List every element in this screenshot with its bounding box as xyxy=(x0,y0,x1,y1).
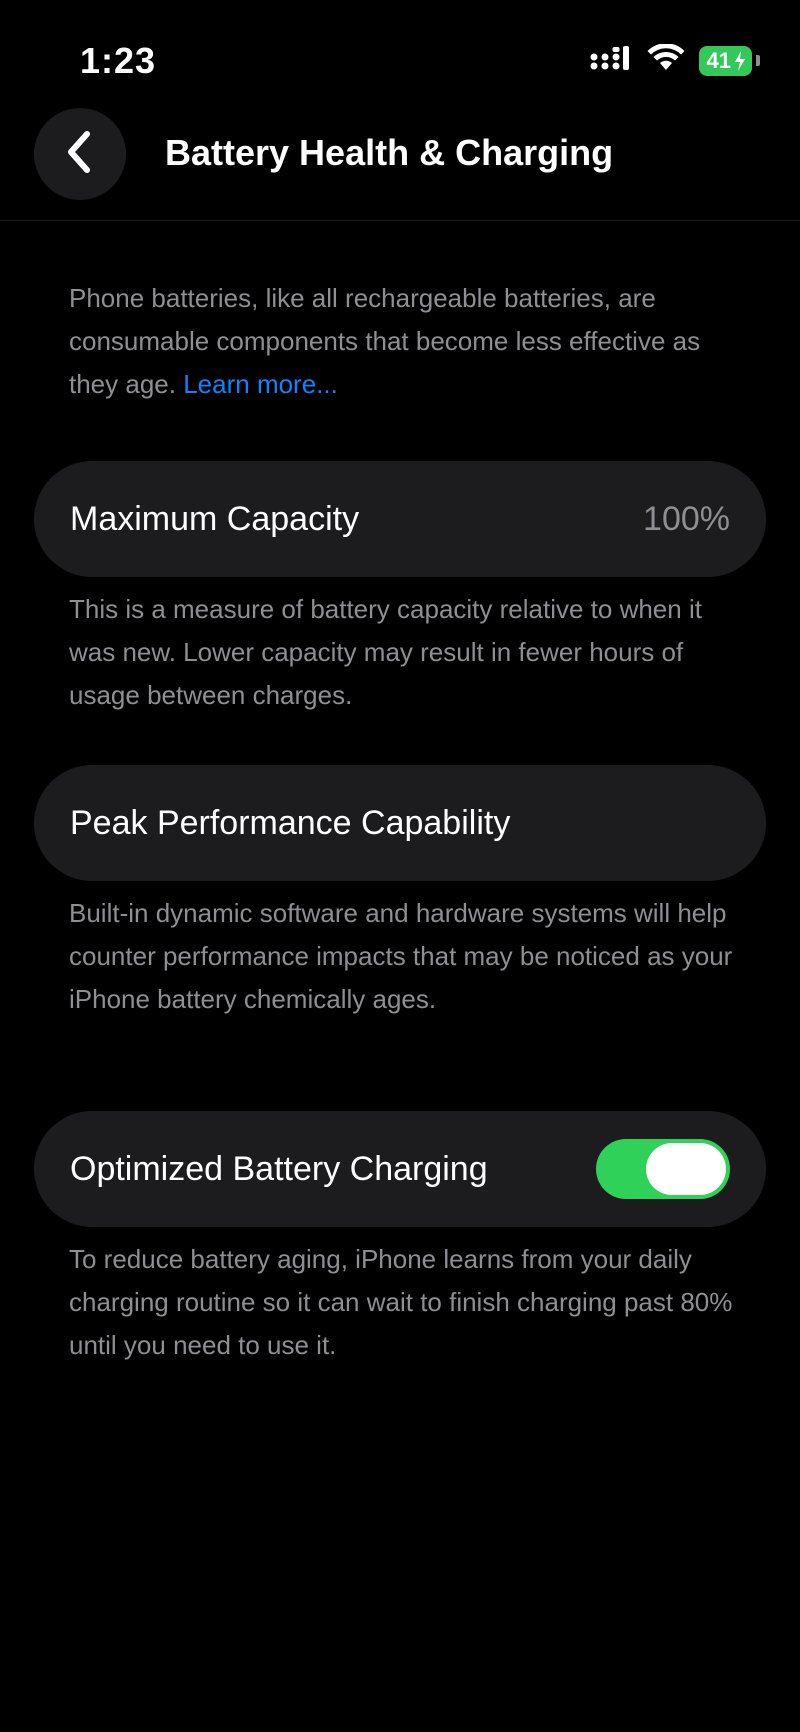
optimized-charging-footnote: To reduce battery aging, iPhone learns f… xyxy=(69,1244,733,1360)
battery-level: 41 xyxy=(706,47,731,73)
maximum-capacity-footnote: This is a measure of battery capacity re… xyxy=(69,594,702,710)
chevron-left-icon xyxy=(65,130,95,179)
back-button[interactable] xyxy=(34,108,126,200)
page-title: Battery Health & Charging xyxy=(165,132,614,173)
status-icons: 41 xyxy=(589,43,760,77)
wifi-icon xyxy=(647,43,685,77)
optimized-charging-toggle[interactable] xyxy=(596,1139,730,1199)
maximum-capacity-label: Maximum Capacity xyxy=(70,499,360,538)
battery-nub xyxy=(756,55,760,66)
intro-body: Phone batteries, like all rechargeable b… xyxy=(69,283,701,399)
peak-performance-row: Peak Performance Capability xyxy=(34,765,766,881)
maximum-capacity-row: Maximum Capacity 100% xyxy=(34,461,766,577)
battery-charging-icon: 41 xyxy=(698,45,752,76)
status-time: 1:23 xyxy=(80,40,157,81)
navigation-bar: Battery Health & Charging xyxy=(0,100,800,221)
status-bar: 1:23 41 xyxy=(0,0,800,100)
toggle-knob xyxy=(646,1143,726,1195)
intro-text: Phone batteries, like all rechargeable b… xyxy=(69,277,739,406)
peak-performance-label: Peak Performance Capability xyxy=(70,803,511,842)
maximum-capacity-value: 100% xyxy=(643,499,730,538)
cellular-signal-icon xyxy=(589,44,633,77)
optimized-charging-label: Optimized Battery Charging xyxy=(70,1149,488,1188)
optimized-charging-row: Optimized Battery Charging xyxy=(34,1111,766,1227)
peak-performance-footnote: Built-in dynamic software and hardware s… xyxy=(69,898,733,1014)
learn-more-link[interactable]: Learn more... xyxy=(183,369,338,399)
